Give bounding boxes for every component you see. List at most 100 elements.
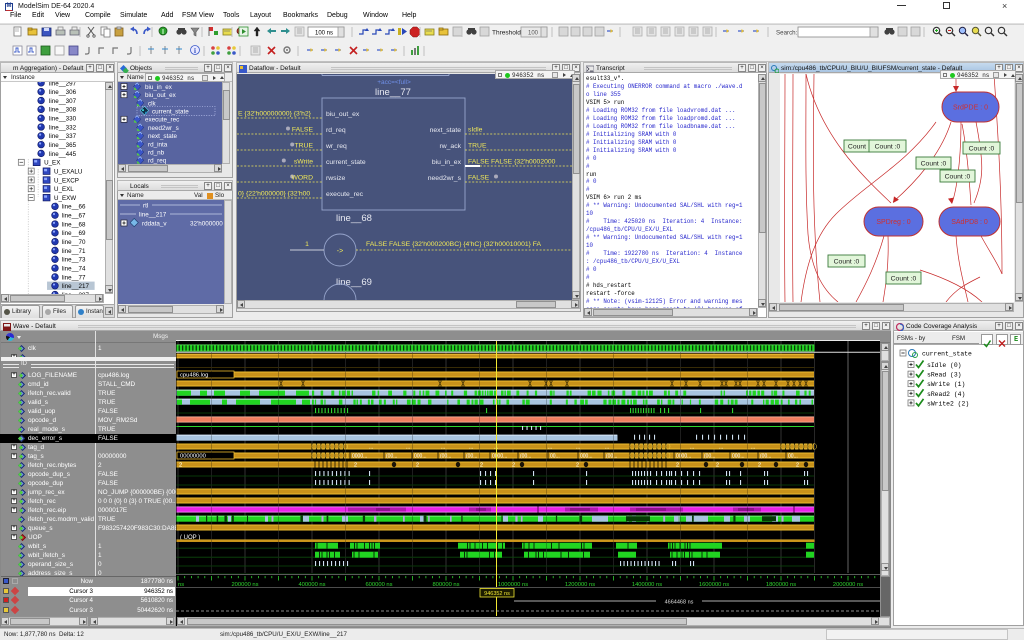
svg-text:00...: 00... — [550, 454, 560, 460]
svg-text:FALSE: FALSE — [292, 127, 314, 134]
svg-text:2: 2 — [716, 463, 719, 469]
svg-text:FALSE FALSE {32'h000200BC} {4': FALSE FALSE {32'h000200BC} {4'hC} {32'h0… — [366, 241, 542, 248]
svg-text:...: ... — [690, 445, 694, 451]
svg-text:U_EXCP: U_EXCP — [54, 177, 79, 184]
svg-text:00000000: 00000000 — [180, 454, 206, 460]
svg-text:(00...: (00... — [466, 454, 477, 460]
svg-text:000...: 000... — [580, 454, 593, 460]
svg-text:execute_rec: execute_rec — [326, 191, 364, 198]
svg-text:...: ... — [469, 445, 473, 451]
svg-text:...: ... — [576, 445, 580, 451]
svg-text:biu_out_ex: biu_out_ex — [145, 92, 177, 99]
svg-text:Count: Count — [848, 144, 866, 151]
svg-text:cpu486.log: cpu486.log — [180, 373, 208, 379]
svg-text:rd_req: rd_req — [326, 127, 346, 134]
svg-text:2: 2 — [576, 463, 579, 469]
svg-text:(00...: (00... — [606, 454, 617, 460]
svg-text:line__307: line__307 — [49, 98, 77, 105]
svg-text:2: 2 — [480, 463, 483, 469]
svg-text:execute_rec: execute_rec — [145, 117, 179, 124]
svg-text:100 ns: 100 ns — [315, 31, 333, 37]
svg-text:rddata_v: rddata_v — [142, 220, 167, 227]
svg-text:line__337: line__337 — [49, 133, 77, 140]
svg-text:sWrite (1): sWrite (1) — [927, 381, 965, 388]
svg-text:sIdle (0): sIdle (0) — [927, 362, 962, 369]
svg-text:4664468 ns: 4664468 ns — [665, 600, 694, 606]
svg-text:100: 100 — [528, 31, 539, 37]
svg-text:2: 2 — [512, 463, 515, 469]
svg-text:wr_req: wr_req — [325, 143, 347, 150]
svg-text:line__68: line__68 — [62, 221, 86, 228]
svg-text:line__77: line__77 — [62, 274, 86, 281]
svg-text:line__332: line__332 — [49, 124, 77, 131]
svg-text:line__365: line__365 — [49, 142, 77, 149]
svg-text:1: 1 — [305, 241, 309, 248]
svg-text:Count :0: Count :0 — [891, 276, 917, 283]
svg-text:line__330: line__330 — [49, 116, 77, 123]
svg-text:sRead2 (4): sRead2 (4) — [927, 391, 965, 398]
svg-text:2: 2 — [179, 463, 182, 469]
svg-text:(00...: (00... — [520, 454, 531, 460]
svg-text:line__308: line__308 — [49, 107, 77, 114]
svg-text:FALSE FALSE {32'h0002000: FALSE FALSE {32'h0002000 — [468, 159, 556, 166]
svg-text:TRUE: TRUE — [294, 143, 313, 150]
svg-text:line__217: line__217 — [62, 283, 90, 290]
svg-text:...: ... — [369, 445, 373, 451]
svg-text:(00...: (00... — [760, 454, 771, 460]
svg-text:...: ... — [441, 445, 445, 451]
svg-text:...: ... — [751, 445, 755, 451]
svg-text:...: ... — [605, 445, 609, 451]
svg-text:line__71: line__71 — [62, 248, 86, 255]
svg-text:2: 2 — [796, 463, 799, 469]
svg-text:current_state: current_state — [922, 351, 972, 358]
svg-text:Count :0: Count :0 — [834, 259, 860, 266]
svg-text:line__67: line__67 — [62, 213, 86, 220]
svg-text:line__69: line__69 — [62, 230, 86, 237]
svg-text:FALSE: FALSE — [468, 175, 490, 182]
svg-text:sWrite2 (2): sWrite2 (2) — [927, 400, 969, 407]
svg-text:line__69: line__69 — [336, 277, 372, 288]
svg-text:0} {22'h000000} {32'h00: 0} {22'h000000} {32'h00 — [238, 191, 310, 198]
svg-text:+acc=<full>: +acc=<full> — [377, 79, 411, 86]
svg-text:line__217: line__217 — [139, 212, 167, 219]
svg-text:U_EXL: U_EXL — [54, 186, 74, 193]
svg-text:U_EXW: U_EXW — [54, 195, 76, 202]
svg-text:Count :0: Count :0 — [969, 146, 995, 153]
svg-text:line__70: line__70 — [62, 239, 86, 246]
svg-text:line__77: line__77 — [375, 87, 411, 98]
svg-text:WORD: WORD — [291, 175, 313, 182]
svg-text:line__73: line__73 — [62, 257, 86, 264]
svg-text:0000...: 0000... — [676, 454, 691, 460]
svg-text:0000...: 0000... — [492, 454, 507, 460]
svg-text:line__66: line__66 — [62, 204, 86, 211]
svg-text:line__297: line__297 — [49, 82, 77, 87]
svg-text:rw_ack: rw_ack — [439, 143, 461, 150]
svg-text:SrdPDE : 0: SrdPDE : 0 — [953, 105, 988, 112]
svg-text:(00...: (00... — [704, 454, 715, 460]
svg-text:need2wr_s: need2wr_s — [428, 175, 462, 182]
svg-text:...: ... — [548, 445, 552, 451]
svg-text:946352 ns: 946352 ns — [484, 591, 510, 597]
svg-text:Count :0: Count :0 — [921, 161, 947, 168]
svg-text:next_state: next_state — [148, 133, 178, 140]
svg-text:sWrite: sWrite — [294, 159, 313, 166]
svg-text:...: ... — [406, 445, 410, 451]
svg-text:line__74: line__74 — [62, 265, 86, 272]
svg-text:2: 2 — [676, 463, 679, 469]
svg-text:rwsize: rwsize — [326, 175, 345, 182]
svg-text:current_state: current_state — [152, 109, 189, 116]
svg-text:->: -> — [337, 248, 343, 255]
svg-text:SAdPD8 : 0: SAdPD8 : 0 — [951, 219, 988, 226]
svg-text:2: 2 — [354, 463, 357, 469]
svg-text:current_state: current_state — [326, 159, 366, 166]
svg-text:need2wr_s: need2wr_s — [148, 125, 179, 132]
svg-text:32'h000000: 32'h000000 — [190, 220, 223, 227]
svg-text:next_state: next_state — [430, 127, 462, 134]
svg-text:Search:: Search: — [776, 30, 798, 37]
svg-text:rd_inta: rd_inta — [148, 141, 168, 148]
svg-text:SPDreg : 0: SPDreg : 0 — [876, 219, 910, 226]
svg-text:U_EX: U_EX — [44, 160, 61, 167]
svg-text:TRUE: TRUE — [468, 143, 487, 150]
svg-text:biu_in_ex: biu_in_ex — [145, 84, 173, 91]
svg-text:Count :0: Count :0 — [945, 174, 971, 181]
